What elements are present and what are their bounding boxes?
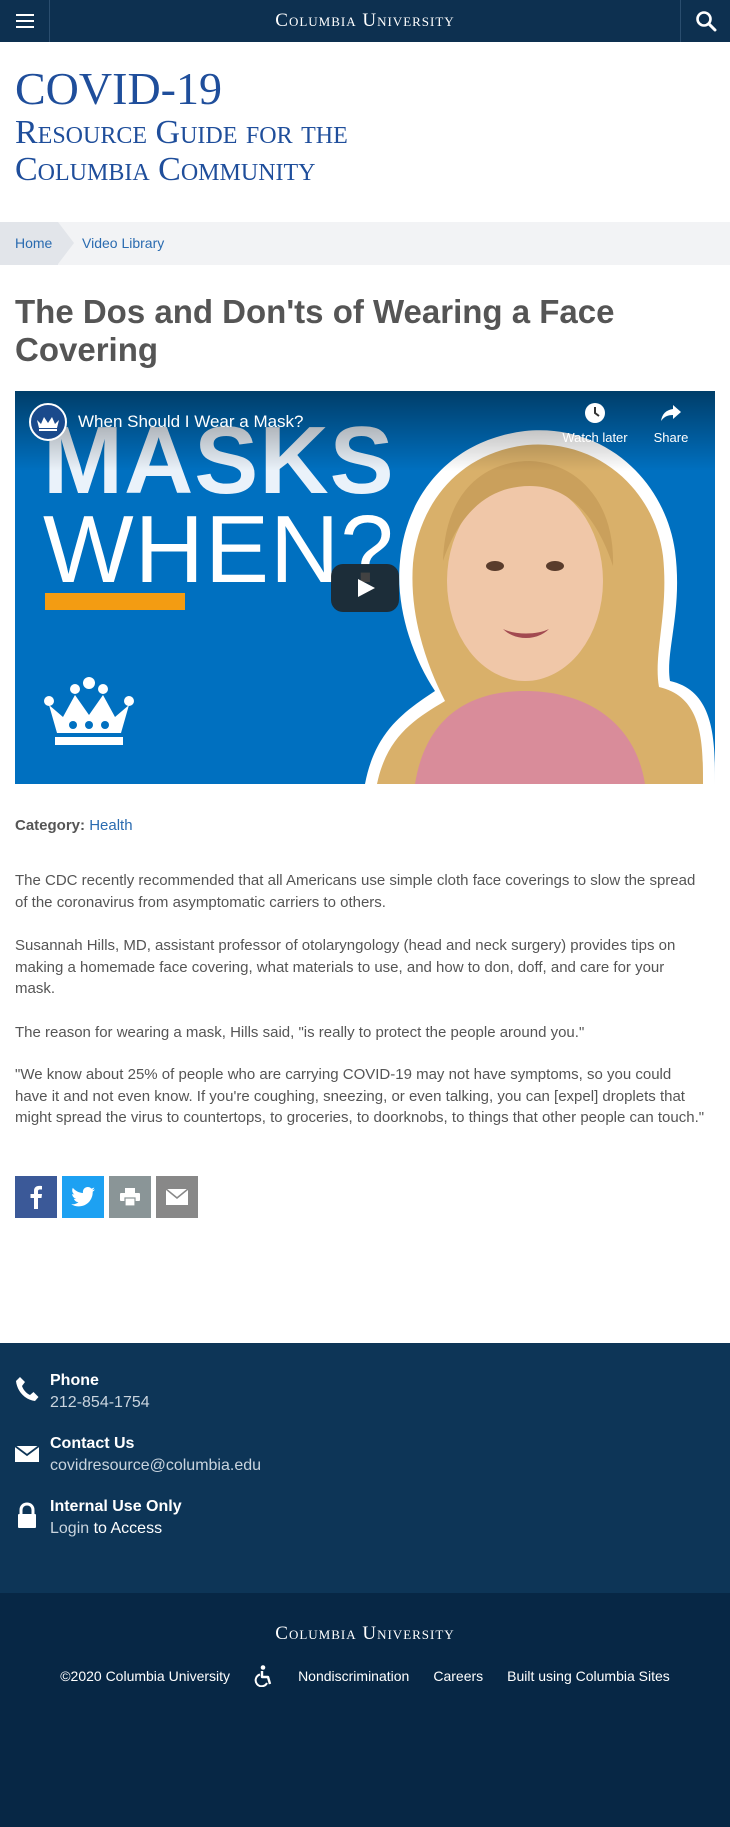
- twitter-icon: [71, 1187, 95, 1207]
- category: Category: Health: [15, 817, 133, 834]
- category-health-link[interactable]: Health: [89, 817, 132, 834]
- crown-icon: [37, 417, 59, 431]
- contact-email-link[interactable]: covidresource@columbia.edu: [50, 1457, 261, 1475]
- envelope-icon: [15, 1445, 39, 1462]
- accessibility-icon[interactable]: [254, 1665, 274, 1687]
- nondiscrimination-link[interactable]: Nondiscrimination: [298, 1668, 409, 1684]
- phone-number-link[interactable]: 212-854-1754: [50, 1394, 150, 1412]
- footer-bottom: Columbia University ©2020 Columbia Unive…: [0, 1593, 730, 1827]
- watch-later-label: Watch later: [562, 430, 628, 445]
- columbia-crown-icon: [44, 677, 134, 745]
- category-label: Category:: [15, 817, 86, 834]
- login-text: Login to Access: [50, 1520, 162, 1538]
- breadcrumb-video-library-link[interactable]: Video Library: [82, 222, 164, 265]
- brand-name[interactable]: Columbia University: [50, 0, 680, 42]
- login-link[interactable]: Login: [50, 1520, 89, 1537]
- phone-title: Phone: [50, 1372, 99, 1389]
- video-player[interactable]: MASKS WHEN? When Should I Wear a Mask? W…: [15, 391, 715, 784]
- built-using-link[interactable]: Built using Columbia Sites: [507, 1668, 670, 1684]
- footer-internal-use: Internal Use Only Login to Access: [0, 1498, 730, 1548]
- top-nav-bar: Columbia University: [0, 0, 730, 42]
- watch-later-button[interactable]: Watch later: [555, 401, 635, 445]
- menu-button[interactable]: [0, 0, 50, 42]
- footer-phone: Phone 212-854-1754: [0, 1372, 730, 1422]
- footer-brand[interactable]: Columbia University: [0, 1623, 730, 1645]
- login-suffix: to Access: [89, 1520, 163, 1537]
- channel-avatar[interactable]: [29, 403, 67, 441]
- email-icon: [166, 1189, 188, 1205]
- search-button[interactable]: [680, 0, 730, 42]
- breadcrumb: Home Video Library: [0, 222, 730, 265]
- video-title-link[interactable]: When Should I Wear a Mask?: [78, 412, 304, 432]
- site-title-line2: Resource Guide for the: [15, 114, 348, 151]
- print-icon: [120, 1188, 140, 1206]
- breadcrumb-separator: [58, 222, 74, 264]
- facebook-share-button[interactable]: [15, 1176, 57, 1218]
- thumbnail-accent-bar: [45, 593, 185, 610]
- share-label: Share: [653, 430, 689, 445]
- phone-icon: [16, 1377, 39, 1401]
- body-paragraph-2: Susannah Hills, MD, assistant professor …: [15, 937, 676, 997]
- footer-contact-us: Contact Us covidresource@columbia.edu: [0, 1435, 730, 1485]
- body-paragraph-4: "We know about 25% of people who are car…: [15, 1066, 705, 1126]
- site-title[interactable]: COVID-19 Resource Guide for the Columbia…: [15, 63, 715, 189]
- search-icon: [695, 11, 716, 32]
- hamburger-icon: [15, 19, 34, 23]
- share-arrow-icon: [661, 405, 681, 421]
- copyright-link[interactable]: ©2020 Columbia University: [60, 1668, 230, 1684]
- site-title-line1: COVID-19: [15, 63, 222, 114]
- contact-title: Contact Us: [50, 1435, 135, 1452]
- play-button[interactable]: [331, 564, 399, 612]
- share-video-button[interactable]: Share: [641, 401, 701, 445]
- share-buttons: [15, 1176, 198, 1218]
- email-share-button[interactable]: [156, 1176, 198, 1218]
- footer-links: ©2020 Columbia University Nondiscriminat…: [0, 1665, 730, 1687]
- internal-title: Internal Use Only: [50, 1498, 182, 1515]
- footer-contact: Phone 212-854-1754 Contact Us covidresou…: [0, 1343, 730, 1593]
- clock-icon: [585, 403, 605, 423]
- lock-icon: [18, 1502, 36, 1528]
- page-title: The Dos and Don'ts of Wearing a Face Cov…: [15, 293, 615, 368]
- site-title-line3: Columbia Community: [15, 151, 316, 188]
- body-paragraph-1: The CDC recently recommended that all Am…: [15, 872, 696, 911]
- breadcrumb-home-link[interactable]: Home: [0, 222, 58, 265]
- facebook-icon: [30, 1185, 42, 1209]
- careers-link[interactable]: Careers: [433, 1668, 483, 1684]
- twitter-share-button[interactable]: [62, 1176, 104, 1218]
- body-paragraph-3: The reason for wearing a mask, Hills sai…: [15, 1024, 585, 1041]
- print-button[interactable]: [109, 1176, 151, 1218]
